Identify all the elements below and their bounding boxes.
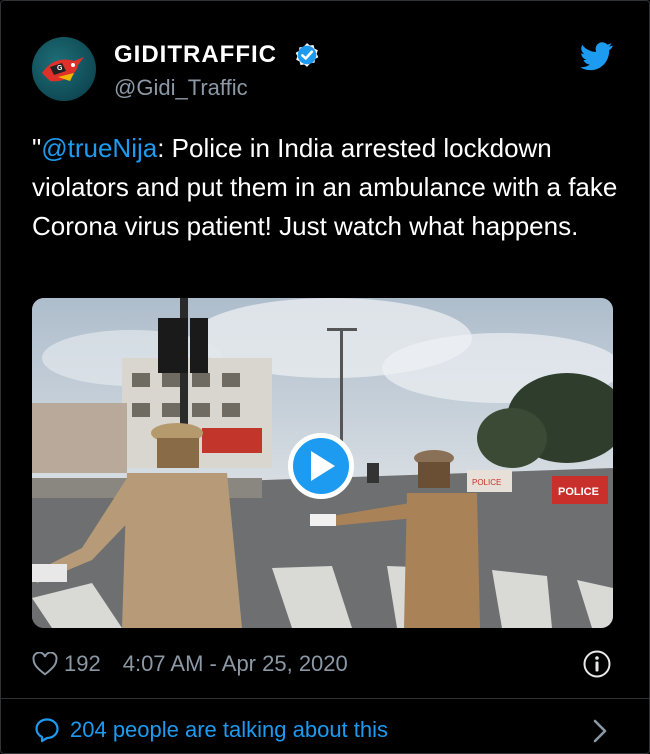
author-handle[interactable]: @Gidi_Traffic: [114, 75, 248, 101]
play-icon: [311, 451, 335, 481]
divider: [1, 698, 649, 699]
svg-text:G: G: [57, 65, 63, 72]
avatar[interactable]: G: [32, 37, 96, 101]
conversation-text: 204 people are talking about this: [70, 717, 389, 742]
author-display-name[interactable]: GIDITRAFFIC: [114, 41, 277, 69]
tweet-timestamp[interactable]: 4:07 AM - Apr 25, 2020: [123, 651, 348, 677]
tweet-card: G GIDITRAFFIC @Gidi_Traffic "@trueNija: …: [0, 0, 650, 754]
heart-icon[interactable]: [32, 652, 58, 676]
police-sign-text: POLICE: [558, 486, 599, 498]
tweet-quote-prefix: ": [32, 133, 42, 163]
verified-badge-icon: [295, 43, 319, 67]
police-sign-text-small: POLICE: [472, 478, 501, 487]
avatar-logo-icon: G: [42, 57, 84, 82]
tweet-text: "@trueNija: Police in India arrested loc…: [32, 129, 622, 246]
conversation-link[interactable]: 204 people are talking about this: [34, 717, 388, 743]
like-count[interactable]: 192: [64, 651, 101, 677]
tweet-meta: 192 4:07 AM - Apr 25, 2020: [32, 649, 348, 679]
chevron-right-icon[interactable]: [591, 718, 609, 744]
mention-link[interactable]: @trueNija: [41, 133, 157, 163]
info-icon[interactable]: [583, 650, 611, 678]
twitter-bird-icon[interactable]: [580, 41, 613, 71]
comment-bubble-icon: [35, 718, 59, 743]
play-button[interactable]: [288, 433, 354, 499]
